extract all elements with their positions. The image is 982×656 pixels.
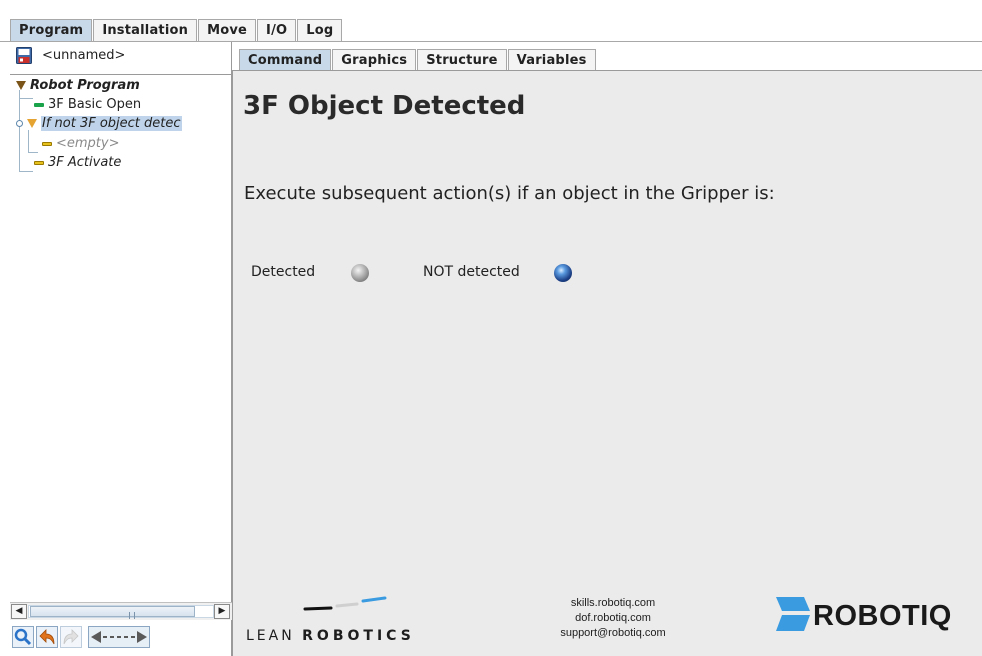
tree-toolbar	[10, 622, 232, 654]
undo-icon	[39, 629, 55, 645]
redo-button[interactable]	[60, 626, 82, 648]
command-panel: 3F Object Detected Execute subsequent ac…	[232, 70, 982, 656]
move-node-button[interactable]	[88, 626, 150, 648]
lean-robotics-logo-text: LEAN ROBOTICS	[246, 628, 415, 644]
command-node-icon	[34, 160, 44, 165]
tree-node-root[interactable]: Robot Program	[16, 78, 140, 94]
top-bar: Program Installation Move I/O Log	[0, 0, 982, 42]
tree-connector	[19, 98, 33, 99]
tab-graphics[interactable]: Graphics	[332, 49, 417, 71]
instruction-text: Execute subsequent action(s) if an objec…	[244, 183, 775, 204]
tree-node-if-not-detected[interactable]: If not 3F object detec	[16, 116, 182, 132]
robotics-word: ROBOTICS	[302, 628, 415, 644]
tab-structure[interactable]: Structure	[417, 49, 507, 71]
search-icon	[14, 628, 32, 646]
tree-node-empty[interactable]: <empty>	[42, 136, 120, 152]
file-row: <unnamed>	[10, 42, 232, 72]
program-file-name: <unnamed>	[42, 48, 126, 63]
tab-io[interactable]: I/O	[257, 19, 297, 42]
top-tabs: Program Installation Move I/O Log	[10, 19, 343, 42]
undo-button[interactable]	[36, 626, 58, 648]
command-tabs: Command Graphics Structure Variables	[239, 49, 597, 71]
option-not-detected-label[interactable]: NOT detected	[423, 264, 520, 280]
collapse-triangle-icon[interactable]	[16, 81, 26, 90]
lean-robotics-swoosh-logo	[303, 596, 387, 611]
tree-node-basic-open[interactable]: 3F Basic Open	[34, 97, 141, 113]
tab-program[interactable]: Program	[10, 19, 93, 42]
redo-icon	[63, 629, 79, 645]
horizontal-scrollbar[interactable]: ◀ ▶	[10, 602, 232, 620]
option-not-detected-radio[interactable]	[554, 264, 572, 282]
command-node-icon	[42, 141, 52, 146]
breakpoint-icon[interactable]	[16, 120, 23, 127]
save-icon[interactable]	[16, 47, 32, 64]
robotiq-logo-text: ROBOTIQ	[813, 600, 952, 632]
tree-node-label: 3F Basic Open	[48, 97, 142, 112]
dof-link[interactable]: dof.robotiq.com	[533, 612, 693, 624]
tree-node-label: <empty>	[56, 136, 120, 151]
footer: LEAN ROBOTICS skills.robotiq.com dof.rob…	[233, 581, 982, 656]
tree-node-label: 3F Activate	[48, 155, 122, 170]
scroll-left-button[interactable]: ◀	[11, 604, 27, 619]
tab-variables[interactable]: Variables	[507, 49, 596, 71]
grip-icon	[129, 612, 135, 619]
scroll-right-button[interactable]: ▶	[214, 604, 230, 619]
program-tree-panel: <unnamed> Robot Program 3F Basic Open If…	[10, 42, 232, 656]
support-email-link[interactable]: support@robotiq.com	[533, 627, 693, 639]
tab-command[interactable]: Command	[239, 49, 332, 71]
tab-move[interactable]: Move	[198, 19, 257, 42]
tree-connector	[28, 130, 29, 153]
tree-root-label: Robot Program	[30, 78, 140, 93]
option-detected-label[interactable]: Detected	[251, 264, 315, 280]
collapse-triangle-icon[interactable]	[27, 119, 37, 128]
tree-node-label: If not 3F object detec	[41, 116, 182, 131]
scroll-thumb[interactable]	[30, 606, 195, 619]
lean-word: LEAN	[246, 628, 295, 644]
skills-link[interactable]: skills.robotiq.com	[533, 597, 693, 609]
page-title: 3F Object Detected	[243, 91, 526, 121]
program-tree: Robot Program 3F Basic Open If not 3F ob…	[10, 74, 232, 634]
tab-installation[interactable]: Installation	[93, 19, 198, 42]
search-button[interactable]	[12, 626, 34, 648]
tree-connector	[28, 152, 38, 153]
command-node-icon	[34, 102, 44, 107]
tab-log[interactable]: Log	[297, 19, 343, 42]
tree-node-activate[interactable]: 3F Activate	[34, 155, 121, 171]
option-detected-radio[interactable]	[351, 264, 369, 282]
tree-connector	[19, 171, 33, 172]
move-arrows-icon	[91, 631, 147, 643]
